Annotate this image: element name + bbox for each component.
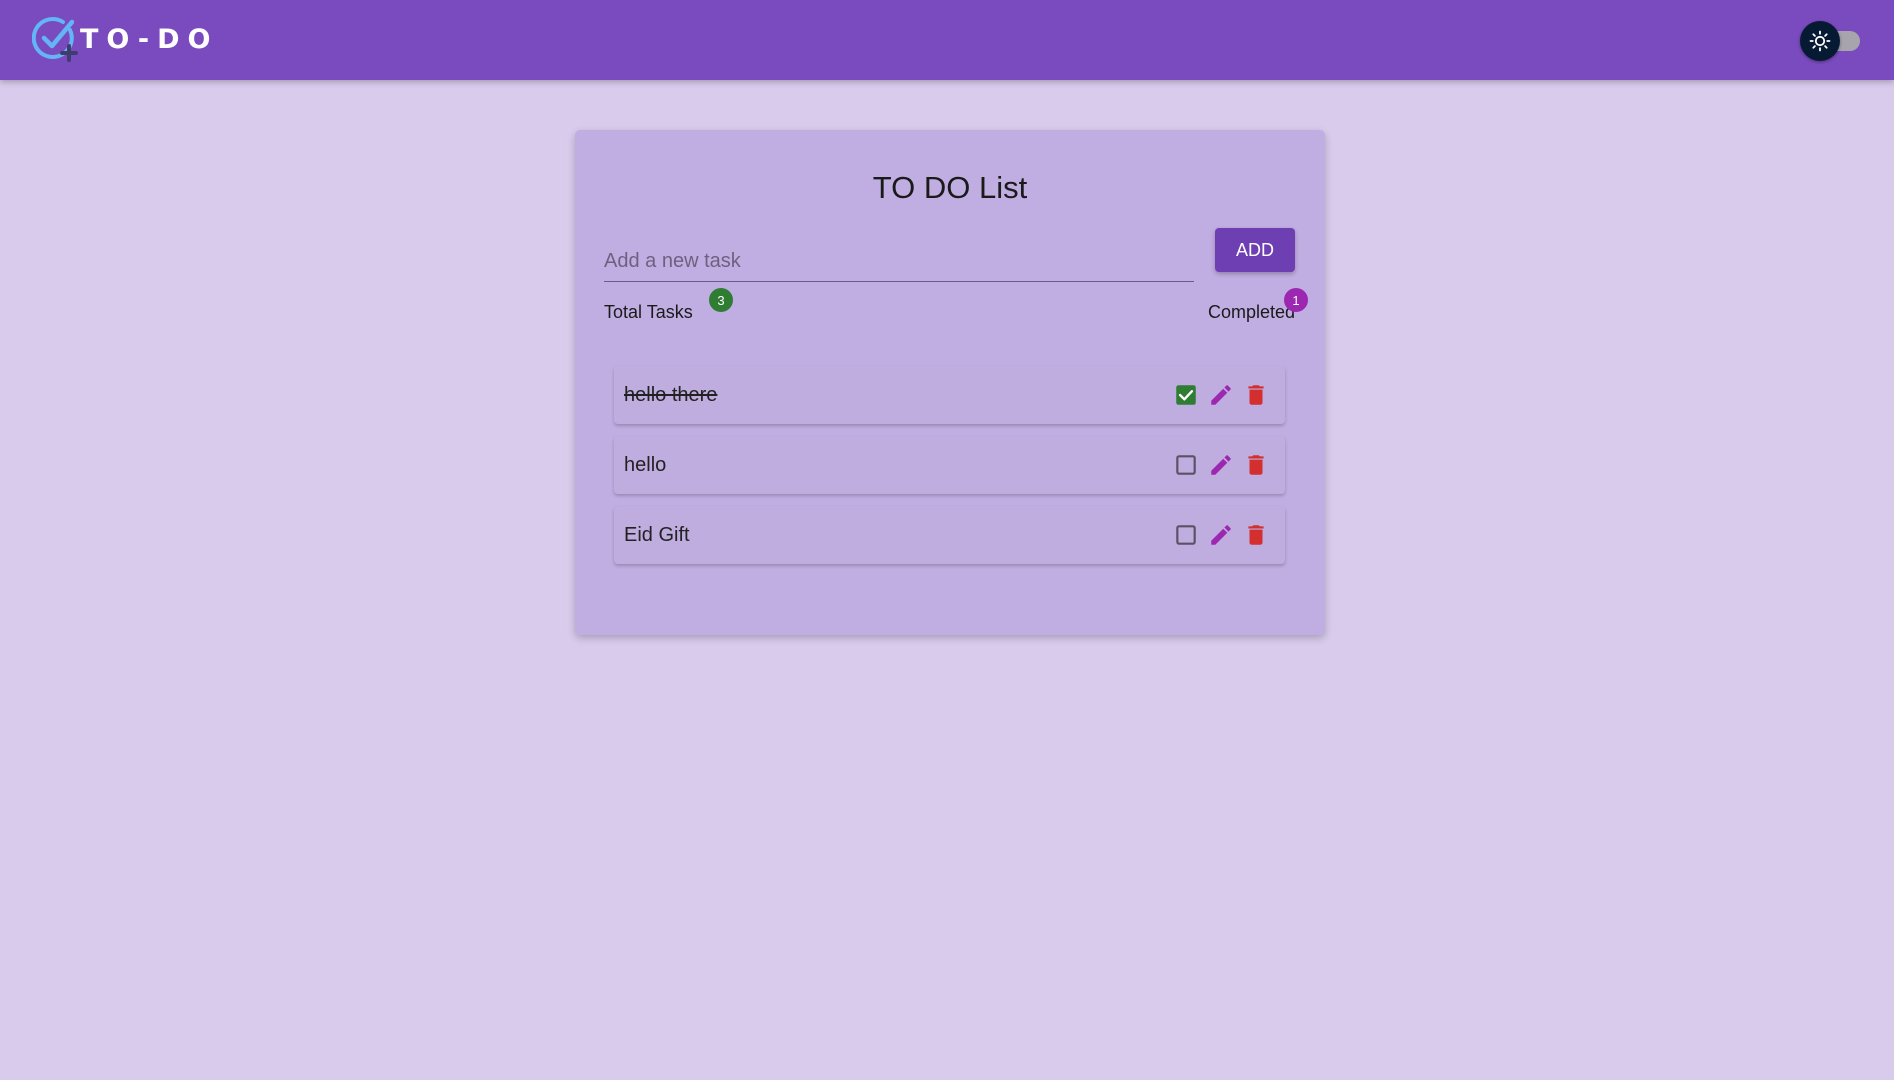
- checkbox-unchecked-icon: [1176, 525, 1196, 545]
- pencil-icon: [1211, 455, 1231, 475]
- task-input-field[interactable]: [604, 232, 1194, 282]
- theme-toggle[interactable]: [1800, 20, 1862, 62]
- task-input[interactable]: [604, 246, 1194, 276]
- edit-button[interactable]: [1206, 380, 1236, 410]
- app-bar: TO-DO: [0, 0, 1894, 80]
- pencil-icon: [1211, 525, 1231, 545]
- task-item: Eid Gift: [614, 506, 1285, 564]
- sun-icon: [1809, 30, 1831, 52]
- task-list: hello there hello Eid Gift: [614, 366, 1285, 576]
- total-tasks-badge: 3: [709, 288, 733, 312]
- task-item: hello there: [614, 366, 1285, 424]
- trash-icon: [1248, 385, 1264, 405]
- task-actions: [1166, 450, 1271, 480]
- delete-button[interactable]: [1241, 520, 1271, 550]
- edit-button[interactable]: [1206, 520, 1236, 550]
- delete-button[interactable]: [1241, 450, 1271, 480]
- edit-button[interactable]: [1206, 450, 1236, 480]
- todo-card: TO DO List ADD Total Tasks 3 Completed 1…: [575, 130, 1325, 635]
- checkbox-unchecked-icon: [1176, 455, 1196, 475]
- total-tasks-stat: Total Tasks 3: [604, 288, 733, 323]
- trash-icon: [1248, 455, 1264, 475]
- app-name: TO-DO: [80, 23, 219, 55]
- check-circle-plus-icon: [32, 17, 78, 62]
- toggle-thumb[interactable]: [1800, 21, 1840, 61]
- task-actions: [1166, 520, 1271, 550]
- task-actions: [1166, 380, 1271, 410]
- task-checkbox[interactable]: [1171, 450, 1201, 480]
- total-tasks-label: Total Tasks: [604, 302, 693, 322]
- task-text: hello: [624, 454, 667, 476]
- task-checkbox[interactable]: [1171, 520, 1201, 550]
- delete-button[interactable]: [1241, 380, 1271, 410]
- completed-badge: 1: [1284, 288, 1308, 312]
- completed-label: Completed: [1207, 302, 1295, 322]
- task-text: Eid Gift: [624, 524, 690, 546]
- task-item: hello: [614, 436, 1285, 494]
- pencil-icon: [1211, 385, 1231, 405]
- app-logo[interactable]: TO-DO: [32, 16, 218, 62]
- task-checkbox[interactable]: [1171, 380, 1201, 410]
- card-title: TO DO List: [872, 170, 1028, 205]
- task-text: hello there: [624, 384, 718, 406]
- checkbox-checked-icon: [1176, 385, 1196, 405]
- completed-stat: Completed 1: [1207, 288, 1308, 323]
- add-task-button[interactable]: ADD: [1215, 228, 1295, 272]
- trash-icon: [1248, 525, 1264, 545]
